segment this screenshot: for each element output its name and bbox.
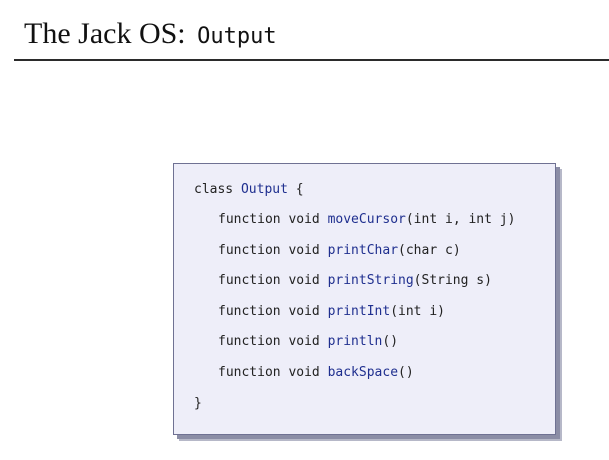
function-line: function void printChar(char c) xyxy=(218,242,461,260)
function-line: function void backSpace() xyxy=(218,364,414,382)
function-params: (int i, int j) xyxy=(405,212,516,227)
function-name: backSpace xyxy=(327,365,399,380)
function-name: moveCursor xyxy=(327,212,406,227)
function-keyword: function void xyxy=(218,334,320,349)
close-brace-line: } xyxy=(194,395,202,413)
function-line: function void println() xyxy=(218,333,398,351)
function-keyword: function void xyxy=(218,212,320,227)
function-name: printString xyxy=(327,273,414,288)
class-declaration-line: class Output { xyxy=(194,181,304,199)
slide-title-class-name: Output xyxy=(197,24,277,49)
function-name: printInt xyxy=(327,304,391,319)
function-params: (String s) xyxy=(413,273,492,288)
function-name: printChar xyxy=(327,243,399,258)
close-brace: } xyxy=(194,396,202,411)
function-name: println xyxy=(327,334,383,349)
function-params: () xyxy=(382,334,399,349)
function-line: function void printInt(int i) xyxy=(218,303,445,321)
open-brace: { xyxy=(295,182,304,197)
slide-title-prefix: The Jack OS: xyxy=(24,17,186,50)
slide-title: The Jack OS: Output xyxy=(24,14,277,57)
function-params: (int i) xyxy=(390,304,445,319)
function-keyword: function void xyxy=(218,243,320,258)
title-divider xyxy=(14,59,609,61)
code-listing-box: class Output { function void moveCursor(… xyxy=(173,163,556,435)
class-keyword: class xyxy=(194,182,234,197)
function-line: function void moveCursor(int i, int j) xyxy=(218,211,515,229)
function-keyword: function void xyxy=(218,273,320,288)
function-params: () xyxy=(398,365,414,380)
function-keyword: function void xyxy=(218,304,320,319)
function-line: function void printString(String s) xyxy=(218,272,492,290)
function-params: (char c) xyxy=(398,243,461,258)
function-keyword: function void xyxy=(218,365,320,380)
class-name: Output xyxy=(240,182,288,197)
